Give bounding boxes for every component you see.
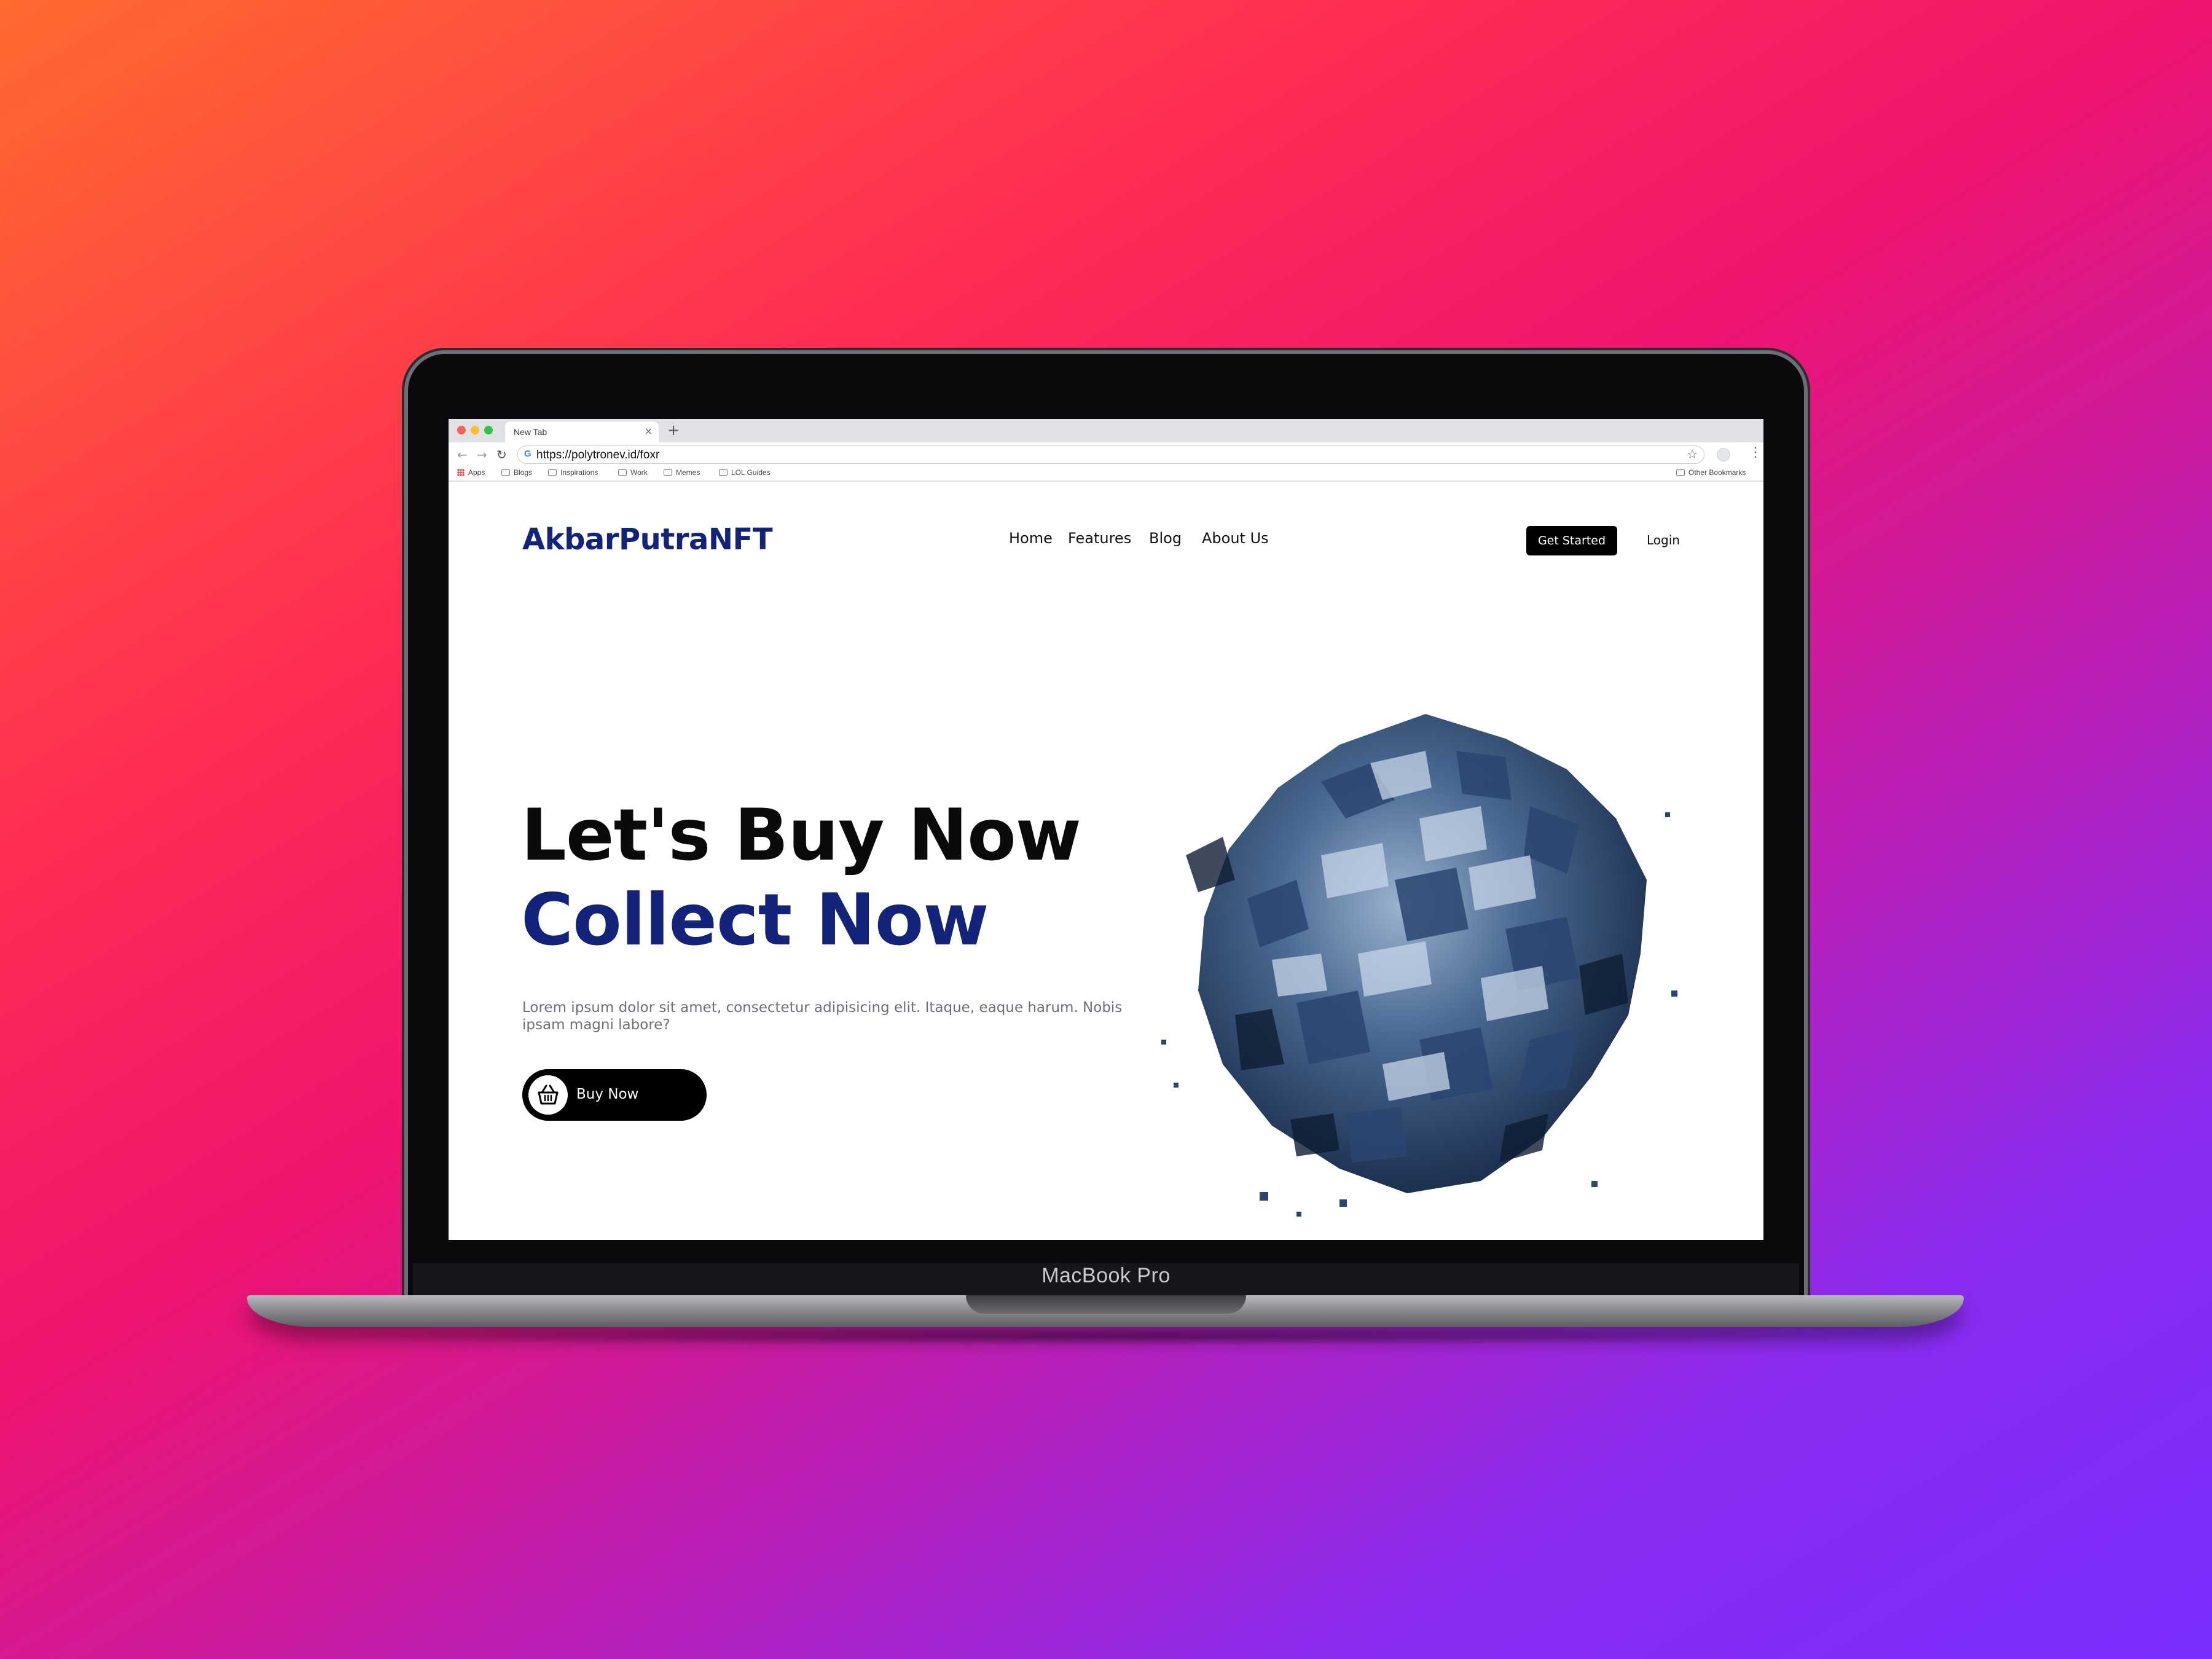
folder-icon: [548, 469, 557, 476]
nav-blog[interactable]: Blog: [1149, 530, 1182, 547]
buy-now-button[interactable]: Buy Now: [522, 1069, 707, 1121]
profile-avatar[interactable]: [1717, 448, 1730, 461]
bookmark-other[interactable]: Other Bookmarks: [1676, 468, 1746, 477]
bookmark-lol-guides[interactable]: LOL Guides: [719, 468, 771, 477]
tab-title: New Tab: [514, 427, 547, 437]
laptop-notch: [966, 1295, 1246, 1314]
bookmark-memes[interactable]: Memes: [664, 468, 700, 477]
bookmark-apps[interactable]: Apps: [457, 468, 485, 477]
browser-tab-bar: New Tab × +: [449, 419, 1763, 442]
nav-features[interactable]: Features: [1068, 530, 1131, 547]
laptop-screen: New Tab × + ← → ↻ G https://polytronev.i…: [449, 419, 1763, 1240]
close-tab-icon[interactable]: ×: [645, 425, 653, 437]
device-label: MacBook Pro: [1041, 1264, 1171, 1287]
bookmark-work[interactable]: Work: [618, 468, 648, 477]
google-icon: G: [524, 449, 531, 459]
bookmark-inspirations[interactable]: Inspirations: [548, 468, 598, 477]
laptop-shadow: [289, 1327, 1923, 1346]
back-arrow-icon[interactable]: ←: [457, 447, 468, 462]
get-started-button[interactable]: Get Started: [1526, 526, 1617, 555]
bookmark-star-icon[interactable]: ☆: [1687, 447, 1698, 461]
bookmark-blogs[interactable]: Blogs: [501, 468, 532, 477]
forward-arrow-icon[interactable]: →: [477, 447, 487, 462]
browser-tab[interactable]: New Tab ×: [505, 422, 659, 442]
nav-home[interactable]: Home: [1009, 530, 1053, 547]
minimize-window-button[interactable]: [471, 426, 479, 434]
bookmarks-bar: Apps Blogs Inspirations Work Memes LOL G…: [449, 466, 1763, 482]
headline-line-1: Let's Buy Now: [521, 794, 1081, 877]
address-bar[interactable]: G https://polytronev.id/foxr ☆: [517, 445, 1704, 464]
folder-icon: [1676, 469, 1685, 476]
site-logo[interactable]: AkbarPutraNFT: [522, 522, 773, 557]
nft-cube-sphere-illustration: [1161, 714, 1677, 1217]
new-tab-button[interactable]: +: [667, 422, 680, 439]
nav-about-us[interactable]: About Us: [1202, 530, 1269, 547]
url-text: https://polytronev.id/foxr: [536, 449, 660, 461]
maximize-window-button[interactable]: [484, 426, 493, 434]
folder-icon: [618, 469, 627, 476]
basket-icon-circle: [528, 1075, 568, 1115]
folder-icon: [664, 469, 672, 476]
login-link[interactable]: Login: [1647, 533, 1680, 547]
reload-icon[interactable]: ↻: [496, 447, 507, 462]
folder-icon: [501, 469, 510, 476]
browser-toolbar: ← → ↻ G https://polytronev.id/foxr ☆ ⋮: [449, 442, 1763, 466]
close-window-button[interactable]: [457, 426, 466, 434]
buy-now-label: Buy Now: [576, 1086, 639, 1102]
hero-description: Lorem ipsum dolor sit amet, consectetur …: [522, 1000, 1123, 1033]
basket-icon: [538, 1084, 559, 1105]
folder-icon: [719, 469, 728, 476]
browser-menu-icon[interactable]: ⋮: [1749, 445, 1762, 460]
headline-line-2: Collect Now: [521, 879, 989, 962]
apps-grid-icon: [457, 469, 465, 476]
